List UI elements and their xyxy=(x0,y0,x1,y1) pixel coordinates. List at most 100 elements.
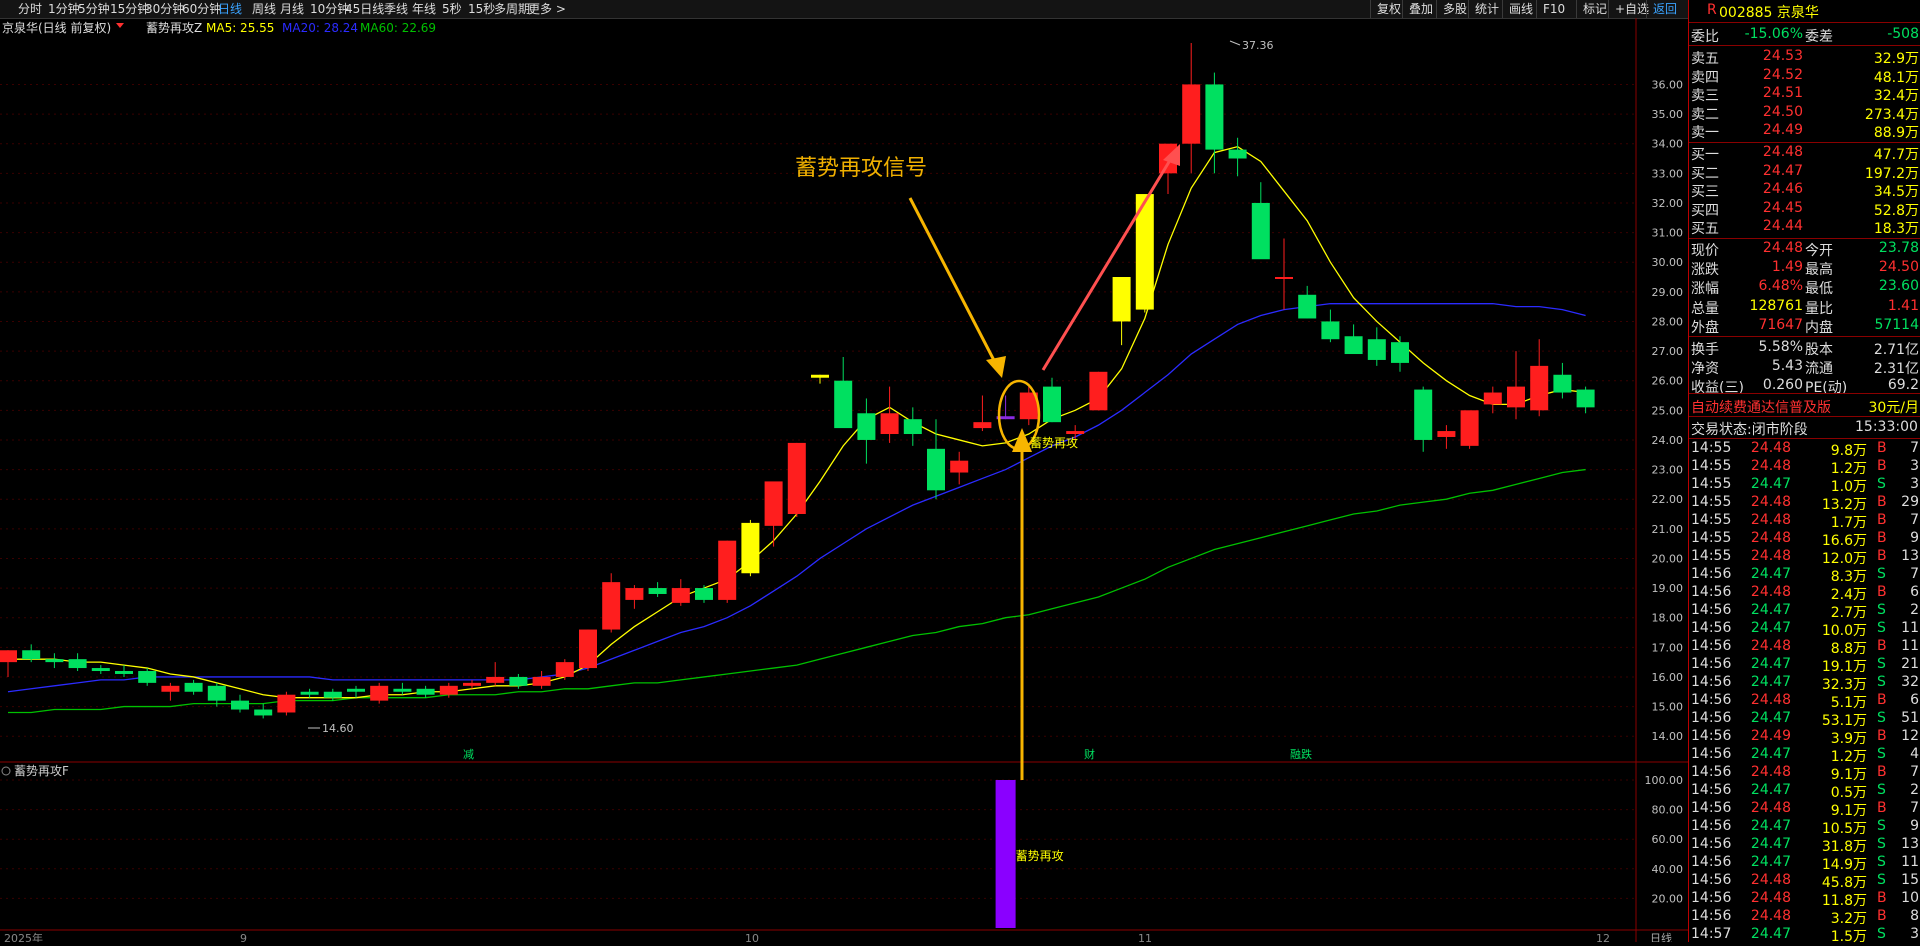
tick-count: 6 xyxy=(1910,692,1919,708)
tick-price: 24.48 xyxy=(1750,548,1791,564)
stat-row-1: 涨跌 1.49 最高 24.50 xyxy=(1689,259,1920,279)
ma-lines xyxy=(7,145,1586,714)
candle-57 xyxy=(1321,309,1340,343)
price-tick-20: 16.00 xyxy=(1652,671,1684,684)
candle-body-29 xyxy=(671,588,690,603)
candle-10 xyxy=(231,694,249,713)
bid-price: 24.45 xyxy=(1762,199,1803,216)
bid-label: 买二 xyxy=(1691,165,1719,182)
tick-time: 14:56 xyxy=(1691,872,1732,888)
date-tick-0: 2025年 xyxy=(4,931,43,942)
candle-body-23 xyxy=(532,676,551,686)
candle-body-56 xyxy=(1298,294,1317,319)
legend-ma20: MA20: 28.24 xyxy=(282,21,358,35)
stat-label-a: 现价 xyxy=(1691,243,1719,259)
tick-price: 24.48 xyxy=(1750,872,1791,888)
stat-label-b: 最高 xyxy=(1805,262,1833,279)
candle-body-14 xyxy=(323,691,342,698)
price-tick-7: 29.00 xyxy=(1652,286,1684,299)
sep-weibi xyxy=(1689,45,1920,46)
tick-time: 14:56 xyxy=(1691,854,1732,870)
price-tick-18: 18.00 xyxy=(1652,612,1684,625)
stat-value-a: 5.43 xyxy=(1771,358,1803,375)
candle-body-54 xyxy=(1251,202,1270,260)
candle-body-9 xyxy=(207,685,226,701)
tick-price: 24.48 xyxy=(1750,908,1791,924)
tick-row-12: 14:56 24.47 19.1万 S 21 xyxy=(1689,656,1920,675)
candle-22 xyxy=(509,673,528,689)
stat-label-a: 收益(三) xyxy=(1691,380,1744,397)
tick-volume: 1.0万 xyxy=(1830,479,1867,495)
candle-68 xyxy=(1576,386,1595,414)
tick-count: 3 xyxy=(1910,476,1919,492)
ask-label: 卖一 xyxy=(1691,125,1719,142)
stat-row-6: 净资 5.43 流通 2.31亿 xyxy=(1689,358,1920,378)
tick-time: 14:56 xyxy=(1691,818,1732,834)
stat-label-a: 换手 xyxy=(1691,342,1719,358)
candle-14 xyxy=(323,688,342,701)
stat-row-3: 总量 128761 量比 1.41 xyxy=(1689,298,1920,317)
ask-label: 卖二 xyxy=(1691,106,1719,123)
candles xyxy=(0,42,1595,719)
tick-count: 2 xyxy=(1910,782,1919,798)
ask-volume: 88.9万 xyxy=(1873,125,1919,142)
tick-row-0: 14:55 24.48 9.8万 B 7 xyxy=(1689,440,1920,459)
kline-chart[interactable]: 36.00 35.00 34.00 33.00 32.00 31.00 30.00 29.00… xyxy=(0,0,1688,942)
candle-body-5 xyxy=(115,671,133,674)
candle-4 xyxy=(91,665,110,674)
tick-time: 14:55 xyxy=(1691,440,1732,456)
tick-count: 51 xyxy=(1901,710,1919,726)
tick-count: 13 xyxy=(1901,836,1919,852)
tick-side: B xyxy=(1877,764,1887,780)
stat-label-b: 股本 xyxy=(1805,342,1833,358)
candle-56 xyxy=(1298,285,1317,319)
tick-row-25: 14:56 24.48 11.8万 B 10 xyxy=(1689,890,1920,909)
weibi-label: 委比 xyxy=(1691,29,1719,45)
candle-29 xyxy=(671,579,690,606)
candle-59 xyxy=(1367,327,1386,366)
chart-legend: 京泉华(日线 前复权) 蓄势再攻Z MA5: 25.55 MA20: 28.24 MA6… xyxy=(2,20,436,35)
tick-volume: 53.1万 xyxy=(1821,713,1867,729)
tick-volume: 12.0万 xyxy=(1821,551,1867,567)
candle-body-36 xyxy=(834,380,853,429)
candle-body-17 xyxy=(393,688,412,692)
tick-volume: 1.2万 xyxy=(1830,749,1867,765)
bid-price: 24.46 xyxy=(1762,181,1803,198)
candle-27 xyxy=(625,585,644,609)
tick-row-23: 14:56 24.47 14.9万 S 11 xyxy=(1689,854,1920,873)
price-tick-11: 25.00 xyxy=(1652,404,1684,417)
price-tick-1: 35.00 xyxy=(1652,108,1684,121)
tick-volume: 1.7万 xyxy=(1830,515,1867,531)
tick-time: 14:55 xyxy=(1691,512,1732,528)
stat-label-b: 流通 xyxy=(1805,361,1833,378)
tick-count: 6 xyxy=(1910,584,1919,600)
tick-price: 24.48 xyxy=(1750,692,1791,708)
tick-count: 8 xyxy=(1910,908,1919,924)
tick-count: 7 xyxy=(1910,440,1919,456)
candle-36 xyxy=(834,356,853,429)
promo-price: 30元/月 xyxy=(1868,400,1919,416)
candle-body-11 xyxy=(254,709,273,716)
weibi-row: 委比 -15.06% 委差 -508 xyxy=(1689,26,1920,45)
bid-volume: 34.5万 xyxy=(1873,184,1919,201)
tick-volume: 3.9万 xyxy=(1830,731,1867,747)
tick-price: 24.48 xyxy=(1750,512,1791,528)
candle-body-59 xyxy=(1367,339,1386,360)
tick-time: 14:56 xyxy=(1691,638,1732,654)
tick-time: 14:55 xyxy=(1691,476,1732,492)
candle-body-31 xyxy=(718,540,737,600)
tick-volume: 10.5万 xyxy=(1821,821,1867,837)
candle-body-52 xyxy=(1205,84,1224,150)
candle-body-8 xyxy=(184,682,203,692)
tick-time: 14:56 xyxy=(1691,782,1732,798)
tick-row-9: 14:56 24.47 2.7万 S 2 xyxy=(1689,602,1920,621)
tick-side: S xyxy=(1877,476,1886,492)
tick-volume: 2.4万 xyxy=(1830,587,1867,603)
low-label: 14.60 xyxy=(322,722,354,735)
tick-row-21: 14:56 24.47 10.5万 S 9 xyxy=(1689,818,1920,837)
legend-indicator: 蓄势再攻Z xyxy=(146,21,202,35)
tick-side: S xyxy=(1877,746,1886,762)
tick-row-24: 14:56 24.48 45.8万 S 15 xyxy=(1689,872,1920,891)
tick-count: 9 xyxy=(1910,530,1919,546)
bid-volume: 47.7万 xyxy=(1873,147,1919,163)
